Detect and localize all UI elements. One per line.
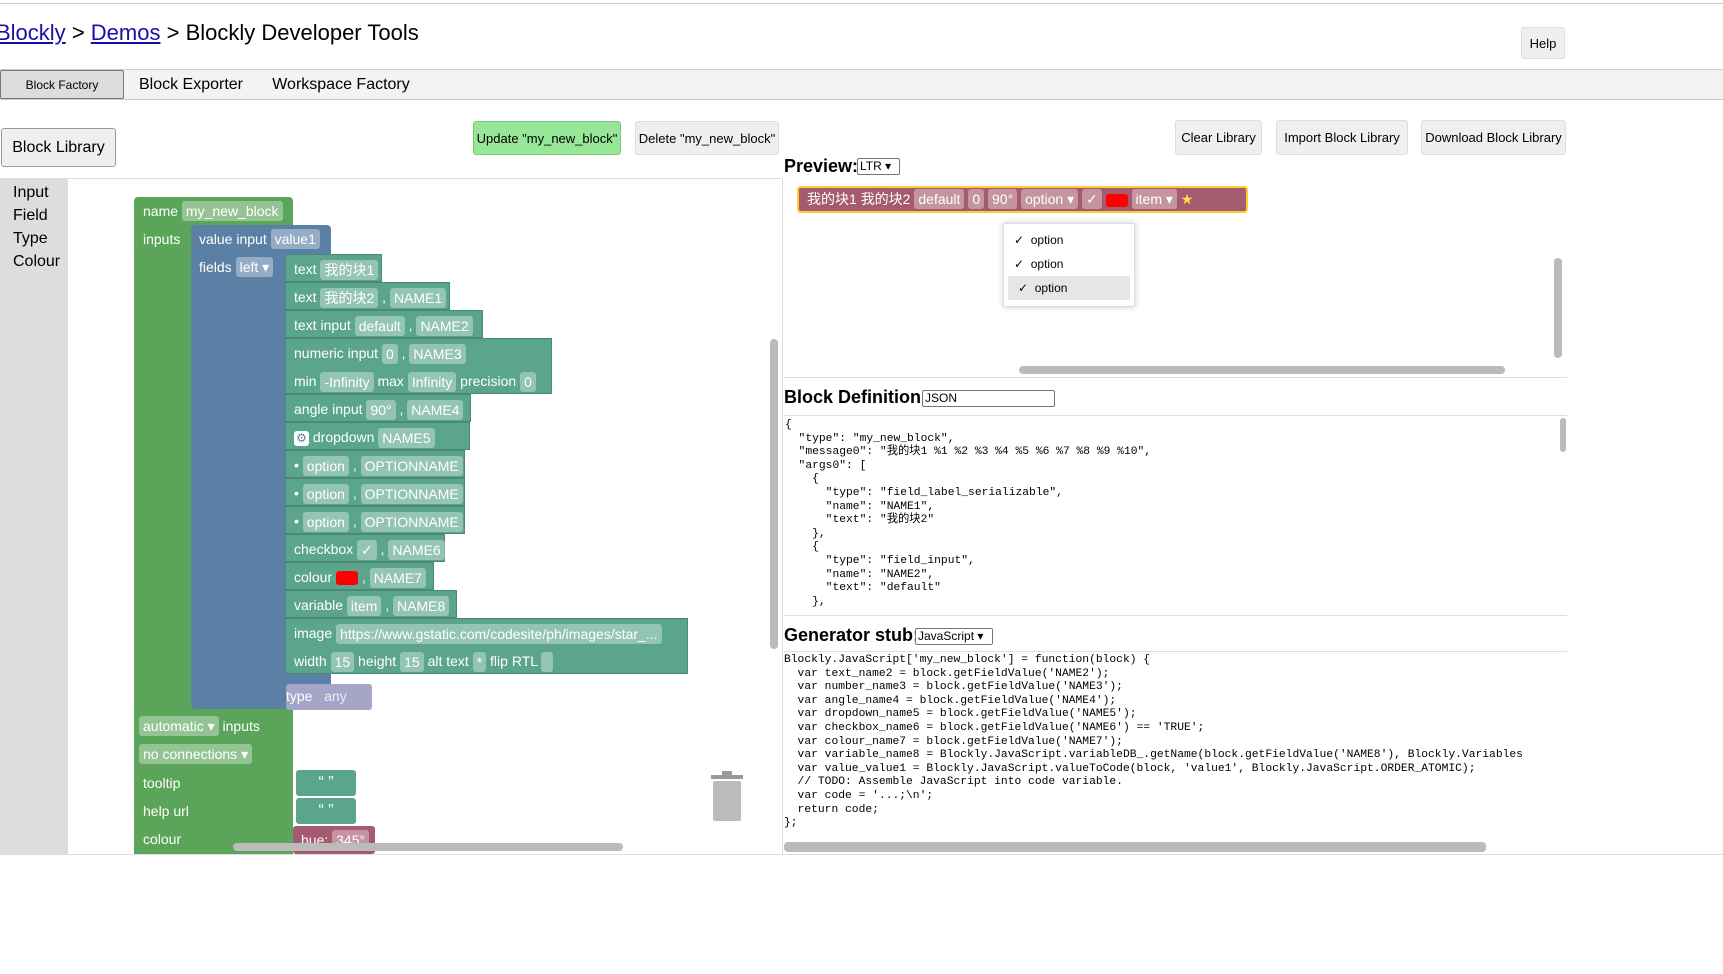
- download-library-button[interactable]: Download Block Library: [1421, 120, 1566, 155]
- tooltip-label: tooltip: [143, 775, 181, 791]
- block-definition-heading: Block Definition:: [784, 387, 927, 407]
- breadcrumb-sep-1: >: [71, 20, 91, 45]
- connections-dropdown[interactable]: no connections ▾: [139, 744, 253, 764]
- page-title: Blockly Developer Tools: [185, 20, 419, 45]
- tab-workspace-factory[interactable]: Workspace Factory: [258, 70, 424, 99]
- preview-vertical-scrollbar[interactable]: [1554, 258, 1562, 358]
- definition-format-select[interactable]: JSON: [922, 390, 1055, 407]
- preview-checkbox: ✓: [1082, 189, 1102, 209]
- panel-separator: [782, 178, 783, 854]
- inputs-label: inputs: [143, 231, 181, 247]
- field-text-2[interactable]: text 我的块2 , NAME1: [285, 282, 450, 310]
- update-block-button[interactable]: Update "my_new_block": [473, 121, 621, 155]
- field-numeric-input[interactable]: numeric input 0 , NAME3 min -Infinity max…: [285, 338, 552, 394]
- breadcrumb-demos-link[interactable]: Demos: [91, 20, 161, 45]
- dropdown-option-3[interactable]: • option , OPTIONNAME: [285, 506, 465, 534]
- block-name-field[interactable]: my_new_block: [181, 201, 283, 221]
- inputs-mode[interactable]: automatic ▾ inputs: [139, 716, 260, 736]
- preview-dropdown-menu: ✓ option ✓ option ✓ option: [1003, 223, 1135, 307]
- breadcrumb: Blockly > Demos > Blockly Developer Tool…: [0, 20, 419, 46]
- tab-block-exporter[interactable]: Block Exporter: [124, 70, 258, 99]
- category-input[interactable]: Input: [0, 181, 68, 204]
- import-library-button[interactable]: Import Block Library: [1276, 120, 1408, 155]
- category-colour[interactable]: Colour: [0, 250, 68, 273]
- colour-swatch[interactable]: [336, 571, 359, 586]
- star-icon: ★: [1180, 191, 1194, 207]
- generator-horizontal-scrollbar[interactable]: [784, 842, 1486, 852]
- colour-label: colour: [143, 831, 182, 847]
- field-colour[interactable]: colour , NAME7: [285, 562, 434, 590]
- block-workspace[interactable]: name my_new_block inputs value input val…: [68, 178, 781, 854]
- fields-align-dropdown[interactable]: left ▾: [235, 257, 274, 277]
- tab-block-factory[interactable]: Block Factory: [0, 70, 124, 99]
- field-text-1[interactable]: text 我的块1: [285, 254, 382, 282]
- block-library-button[interactable]: Block Library: [1, 128, 116, 167]
- trash-icon[interactable]: [709, 771, 745, 823]
- value-input-name-field[interactable]: value1: [270, 229, 320, 249]
- dropdown-option-1[interactable]: • option , OPTIONNAME: [285, 450, 465, 478]
- dropdown-option-2[interactable]: • option , OPTIONNAME: [285, 478, 465, 506]
- help-button[interactable]: Help: [1521, 27, 1565, 59]
- field-text-input[interactable]: text input default , NAME2: [285, 310, 483, 338]
- preview-menu-item-3[interactable]: ✓ option: [1008, 276, 1130, 300]
- direction-select[interactable]: LTR ▾: [857, 158, 900, 175]
- generator-language-select[interactable]: JavaScript ▾: [915, 628, 993, 645]
- bottom-border: [0, 854, 1723, 855]
- preview-heading: Preview:: [784, 156, 859, 176]
- preview-block[interactable]: 我的块1 我的块2 default 0 90° option ▾ ✓ item …: [797, 186, 1248, 213]
- field-image[interactable]: image https://www.gstatic.com/codesite/p…: [285, 618, 688, 674]
- field-dropdown[interactable]: ⚙ dropdown NAME5: [285, 422, 470, 450]
- field-checkbox[interactable]: checkbox ✓ , NAME6: [285, 534, 445, 562]
- type-label: type any: [286, 688, 347, 704]
- preview-horizontal-scrollbar[interactable]: [1019, 366, 1505, 374]
- help-url-label: help url: [143, 803, 189, 819]
- delete-block-button[interactable]: Delete "my_new_block": [635, 121, 779, 155]
- name-label: name my_new_block: [143, 201, 283, 221]
- dropdown-gear-icon[interactable]: ⚙: [294, 430, 309, 446]
- workspace-horizontal-scrollbar[interactable]: [233, 843, 623, 851]
- category-toolbox: Input Field Type Colour: [0, 178, 68, 854]
- field-variable[interactable]: variable item , NAME8: [285, 590, 457, 618]
- generator-stub-code: Blockly.JavaScript['my_new_block'] = fun…: [784, 654, 1523, 830]
- tab-bar: Block Factory Block Exporter Workspace F…: [0, 69, 1723, 100]
- help-url-text-block[interactable]: “ ”: [296, 798, 356, 824]
- preview-menu-item-1[interactable]: ✓ option: [1004, 228, 1134, 252]
- clear-library-button[interactable]: Clear Library: [1175, 120, 1262, 155]
- top-border: [0, 3, 1723, 4]
- value-input-label: value input value1: [199, 229, 320, 249]
- definition-scrollbar[interactable]: [1560, 418, 1566, 452]
- breadcrumb-blockly-link[interactable]: Blockly: [0, 20, 66, 45]
- block-definition-code-area[interactable]: { "type": "my_new_block", "message0": "我…: [784, 415, 1567, 616]
- workspace-vertical-scrollbar[interactable]: [770, 339, 778, 649]
- field-angle-input[interactable]: angle input 90° , NAME4: [285, 394, 471, 422]
- fields-label: fields left ▾: [199, 257, 274, 277]
- category-type[interactable]: Type: [0, 227, 68, 250]
- generator-stub-code-area[interactable]: Blockly.JavaScript['my_new_block'] = fun…: [784, 651, 1567, 854]
- tooltip-text-block[interactable]: “ ”: [296, 770, 356, 796]
- breadcrumb-sep-2: >: [166, 20, 186, 45]
- preview-colour-swatch[interactable]: [1105, 193, 1128, 207]
- generator-stub-heading: Generator stub:: [784, 625, 920, 645]
- preview-menu-item-2[interactable]: ✓ option: [1004, 252, 1134, 276]
- block-definition-code: { "type": "my_new_block", "message0": "我…: [785, 419, 1152, 608]
- category-field[interactable]: Field: [0, 204, 68, 227]
